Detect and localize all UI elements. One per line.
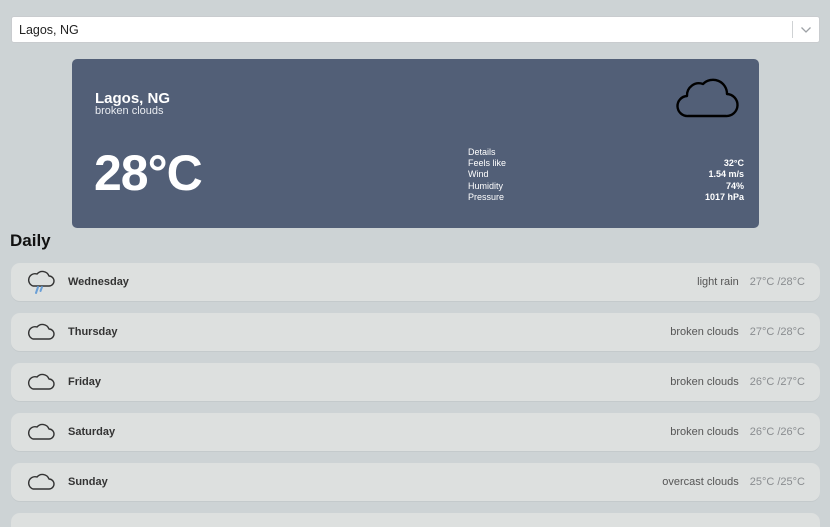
detail-label: Wind (468, 169, 489, 180)
chevron-down-icon[interactable] (793, 26, 819, 34)
current-temperature: 28°C (94, 145, 203, 201)
day-name: Saturday (68, 426, 116, 438)
detail-row-wind: Wind 1.54 m/s (468, 169, 744, 180)
detail-value: 1017 hPa (704, 191, 744, 202)
day-description: broken clouds (670, 426, 739, 438)
day-name: Wednesday (68, 276, 129, 288)
day-temp-range: 26°C /26°C (749, 426, 805, 438)
details-title-row: Details (468, 147, 744, 158)
day-name: Friday (68, 376, 102, 388)
detail-label: Feels like (468, 158, 507, 169)
cloud-icon (27, 422, 59, 442)
daily-row-wednesday[interactable]: Wednesday light rain 27°C /28°C (11, 263, 820, 301)
daily-row-sunday[interactable]: Sunday overcast clouds 25°C /25°C (11, 463, 820, 501)
current-weather-card: Lagos, NG broken clouds 28°C Details Fee… (72, 59, 759, 228)
current-description: broken clouds (95, 105, 164, 117)
day-name: Thursday (68, 326, 118, 338)
daily-row-friday[interactable]: Friday broken clouds 26°C /27°C (11, 363, 820, 401)
location-select[interactable]: Lagos, NG (11, 16, 820, 43)
detail-row-pressure: Pressure 1017 hPa (468, 192, 744, 203)
day-temp-range: 26°C /27°C (749, 376, 805, 388)
daily-heading: Daily (10, 231, 51, 250)
detail-label: Humidity (468, 180, 504, 191)
detail-value: 74% (725, 180, 744, 191)
day-temp-range: 25°C /25°C (749, 476, 805, 488)
cloud-icon (27, 372, 59, 392)
location-select-value[interactable]: Lagos, NG (12, 23, 792, 37)
details-panel: Details Feels like 32°C Wind 1.54 m/s Hu… (468, 147, 744, 203)
day-temp-range: 27°C /28°C (749, 276, 805, 288)
daily-row-thursday[interactable]: Thursday broken clouds 27°C /28°C (11, 313, 820, 351)
day-name: Sunday (68, 476, 108, 488)
detail-label: Pressure (468, 191, 505, 202)
day-temp-range: 27°C /28°C (749, 326, 805, 338)
day-description: broken clouds (670, 376, 739, 388)
day-description: overcast clouds (662, 476, 739, 488)
detail-value: 32°C (723, 158, 744, 169)
detail-row-humidity: Humidity 74% (468, 181, 744, 192)
details-title: Details (468, 147, 496, 157)
detail-row-feels-like: Feels like 32°C (468, 158, 744, 169)
detail-value: 1.54 m/s (708, 169, 744, 180)
cloud-icon (674, 74, 740, 125)
day-description: light rain (697, 276, 739, 288)
cloud-icon (27, 322, 59, 342)
rain-cloud-icon (27, 269, 59, 295)
day-description: broken clouds (670, 326, 739, 338)
daily-row-saturday[interactable]: Saturday broken clouds 26°C /26°C (11, 413, 820, 451)
daily-row-partial[interactable] (11, 513, 820, 527)
cloud-icon (27, 472, 59, 492)
